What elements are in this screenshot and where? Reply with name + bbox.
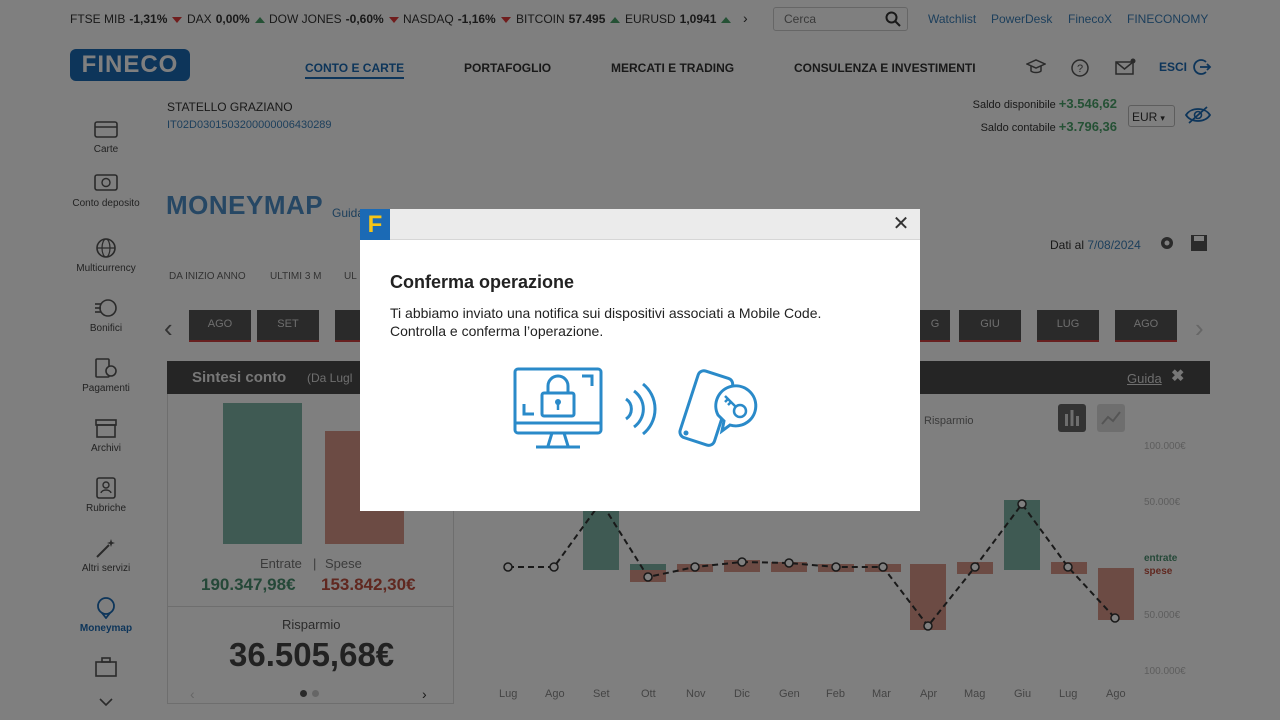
close-icon[interactable]: ✕ [890,213,912,235]
dialog-header: F ✕ [360,209,920,240]
dialog-title: Conferma operazione [390,272,575,292]
dialog-message: Ti abbiamo inviato una notifica sui disp… [390,304,860,340]
phone-key-icon [678,369,758,447]
confirm-dialog: F ✕ Conferma operazione Ti abbiamo invia… [360,209,920,511]
dialog-message-line: Controlla e conferma l’operazione. [390,323,604,339]
dialog-message-line: Ti abbiamo inviato una notifica sui disp… [390,305,822,321]
monitor-lock-icon [513,367,603,449]
signal-waves-icon [625,382,657,436]
fineco-badge-icon: F [360,209,390,240]
